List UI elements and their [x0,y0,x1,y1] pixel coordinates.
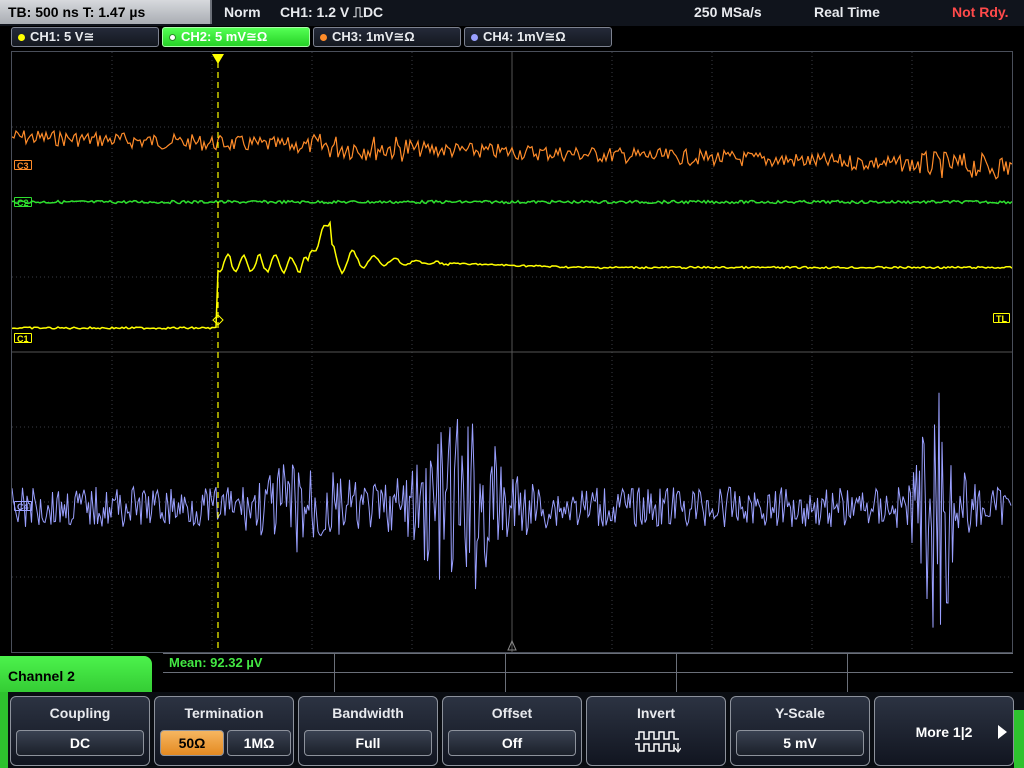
trigger-status: Not Rdy. [952,4,1009,20]
trigger-mode[interactable]: Norm [224,0,261,24]
measurement-cell [505,654,506,692]
ch3-ground-marker[interactable]: C3 [14,160,32,171]
menu-edge [1014,710,1024,768]
measurement-cell [847,654,848,692]
ch2-ground-marker[interactable]: C2 [14,197,32,208]
invert-title: Invert [636,705,676,721]
coupling-title: Coupling [49,705,111,721]
ch2-label: CH2: 5 mV≅Ω [181,29,268,44]
ch3-label: CH3: 1mV≅Ω [332,29,415,44]
timebase-readout[interactable]: TB: 500 ns T: 1.47 µs [0,0,212,24]
ch2-color-dot [169,33,176,41]
ch4-color-dot [471,33,478,41]
waveform-traces [12,52,1012,652]
offset-title: Offset [491,705,533,721]
ch1-color-dot [18,33,25,41]
yscale-title: Y-Scale [775,705,825,721]
menu-edge [0,692,8,768]
mean-readout: Mean: 92.32 µV [169,655,263,670]
yscale-softkey[interactable]: Y-Scale 5 mV [730,696,870,766]
ch4-label: CH4: 1mV≅Ω [483,29,566,44]
measurement-bar: Mean: 92.32 µV [163,653,1013,692]
more-label: More 1|2 [915,724,973,740]
more-softkey[interactable]: More 1|2 [874,696,1014,766]
measurement-cell [676,654,677,692]
termination-1mohm-option[interactable]: 1MΩ [227,730,291,756]
termination-50ohm-option[interactable]: 50Ω [160,730,224,756]
tab-ch3[interactable]: CH3: 1mV≅Ω [313,27,461,47]
channel-tabs: CH1: 5 V≅ CH2: 5 mV≅Ω CH3: 1mV≅Ω CH4: 1m… [0,27,1024,49]
trigger-setting[interactable]: CH1: 1.2 V ⎍DC [280,0,383,24]
termination-title: Termination [184,705,264,721]
tab-ch2[interactable]: CH2: 5 mV≅Ω [162,27,310,47]
ch1-label: CH1: 5 V≅ [30,29,95,44]
termination-softkey[interactable]: Termination 50Ω 1MΩ [154,696,294,766]
bandwidth-softkey[interactable]: Bandwidth Full [298,696,438,766]
oscilloscope-display: TB: 500 ns T: 1.47 µs Norm CH1: 1.2 V ⎍D… [0,0,1024,768]
bandwidth-title: Bandwidth [332,705,404,721]
offset-value[interactable]: Off [448,730,576,756]
measurement-cell [334,654,335,692]
waveform-screen[interactable]: C3 C2 C1 C4 TL [11,51,1013,653]
ch4-ground-marker[interactable]: C4 [14,501,32,512]
chevron-right-icon [998,725,1007,739]
trigger-position-marker [212,54,224,64]
ch3-color-dot [320,33,327,41]
coupling-value[interactable]: DC [16,730,144,756]
bandwidth-value[interactable]: Full [304,730,432,756]
acquisition-mode: Real Time [814,4,880,20]
offset-softkey[interactable]: Offset Off [442,696,582,766]
measurement-divider [163,672,1013,673]
coupling-softkey[interactable]: Coupling DC [10,696,150,766]
yscale-value[interactable]: 5 mV [736,730,864,756]
invert-waveform-icon [635,731,681,753]
invert-softkey[interactable]: Invert [586,696,726,766]
tab-ch4[interactable]: CH4: 1mV≅Ω [464,27,612,47]
tab-ch1[interactable]: CH1: 5 V≅ [11,27,159,47]
status-bar: TB: 500 ns T: 1.47 µs Norm CH1: 1.2 V ⎍D… [0,0,1024,26]
trigger-level-marker[interactable]: TL [993,313,1010,324]
ch1-ground-marker[interactable]: C1 [14,333,32,344]
sample-rate: 250 MSa/s [694,4,762,20]
